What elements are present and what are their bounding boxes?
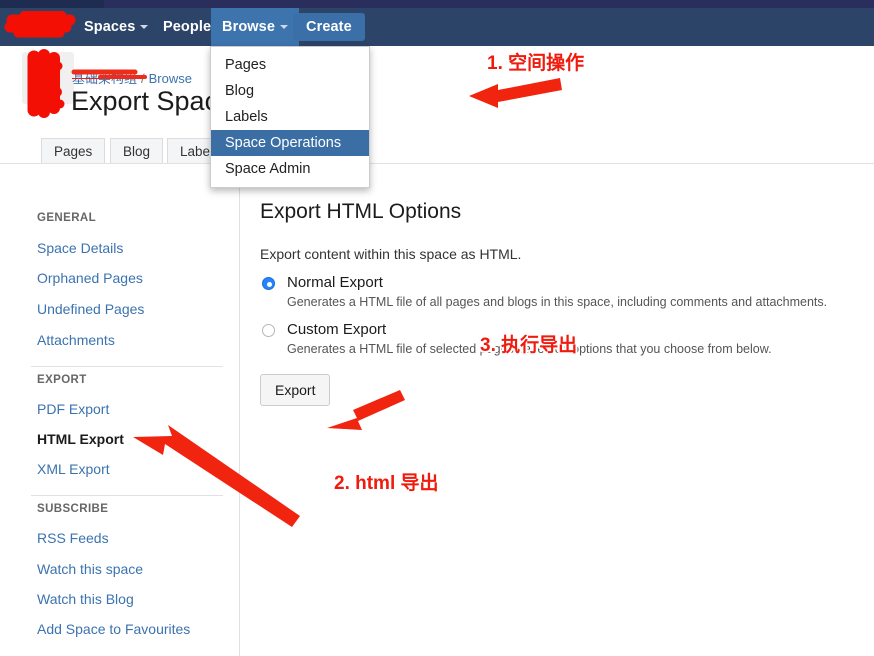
breadcrumb-space-link[interactable]: 基础架构组 — [72, 71, 137, 86]
dropdown-item-labels[interactable]: Labels — [211, 104, 369, 130]
sidebar-item-pdf-export[interactable]: PDF Export — [37, 401, 109, 417]
nav-item-browse-label: Browse — [222, 19, 275, 35]
option-normal-export-label: Normal Export — [287, 274, 383, 291]
export-button[interactable]: Export — [260, 374, 330, 406]
sidebar-item-add-space-to-favourites[interactable]: Add Space to Favourites — [37, 621, 190, 637]
annotation-1-space-operations: 1. 空间操作 — [487, 48, 584, 75]
sidebar-item-html-export[interactable]: HTML Export — [37, 431, 124, 447]
chevron-down-icon — [280, 25, 288, 29]
sidebar-heading-export: EXPORT — [37, 374, 87, 386]
tab-pages[interactable]: Pages — [41, 138, 105, 164]
nav-item-spaces[interactable]: Spaces — [73, 8, 159, 46]
sidebar-item-watch-this-blog[interactable]: Watch this Blog — [37, 591, 134, 607]
sidebar-heading-subscribe: SUBSCRIBE — [37, 503, 108, 515]
create-button-label: Create — [306, 19, 352, 35]
sidebar-item-xml-export[interactable]: XML Export — [37, 461, 110, 477]
arrow-to-space-operations — [469, 78, 562, 108]
sidebar-item-space-details[interactable]: Space Details — [37, 240, 123, 256]
browser-top-strip — [0, 0, 874, 8]
dropdown-item-pages[interactable]: Pages — [211, 52, 369, 78]
tab-blog[interactable]: Blog — [110, 138, 163, 164]
create-button[interactable]: Create — [293, 13, 365, 41]
tab-pages-label: Pages — [54, 144, 92, 159]
dropdown-item-blog[interactable]: Blog — [211, 78, 369, 104]
dropdown-item-space-admin[interactable]: Space Admin — [211, 156, 369, 182]
space-tab-bar: Pages Blog Labels Space Admin — [0, 138, 874, 164]
page-title: Export Space — [71, 86, 233, 117]
dropdown-item-space-operations[interactable]: Space Operations — [211, 130, 369, 156]
sidebar-divider-1 — [31, 366, 223, 367]
sidebar-divider-2 — [31, 495, 223, 496]
sidebar-item-watch-this-space[interactable]: Watch this space — [37, 561, 143, 577]
annotation-3-execute-export: 3. 执行导出 — [480, 330, 577, 357]
chevron-down-icon — [140, 25, 148, 29]
space-avatar — [22, 52, 74, 104]
sidebar-heading-general: GENERAL — [37, 212, 96, 224]
tab-blog-label: Blog — [123, 144, 150, 159]
confluence-export-space-page: Spaces People Browse Create 基础架构组 / Browse… — [0, 0, 874, 656]
breadcrumb-separator: / — [141, 71, 145, 86]
nav-item-browse[interactable]: Browse — [211, 8, 299, 46]
annotation-2-html-export: 2. html 导出 — [334, 468, 439, 495]
top-navigation-bar: Spaces People Browse Create — [0, 8, 874, 46]
sidebar-vertical-divider — [239, 180, 240, 656]
sidebar-item-attachments[interactable]: Attachments — [37, 332, 115, 348]
option-normal-export-description: Generates a HTML file of all pages and b… — [287, 295, 860, 309]
space-tools-sidebar: GENERAL Space Details Orphaned Pages Und… — [0, 180, 239, 656]
export-options-title: Export HTML Options — [260, 200, 860, 224]
sidebar-item-undefined-pages[interactable]: Undefined Pages — [37, 301, 144, 317]
option-custom-export-label: Custom Export — [287, 321, 386, 338]
radio-custom-export[interactable] — [262, 324, 275, 337]
sidebar-item-rss-feeds[interactable]: RSS Feeds — [37, 530, 109, 546]
export-options-panel: Export HTML Options Export content withi… — [260, 200, 860, 406]
breadcrumb-browse-link[interactable]: Browse — [149, 71, 192, 86]
nav-item-spaces-label: Spaces — [84, 19, 135, 35]
breadcrumb: 基础架构组 / Browse — [72, 68, 192, 87]
tab-bar-underline — [0, 163, 874, 164]
nav-item-people-label: People — [163, 19, 211, 35]
radio-normal-export[interactable] — [262, 277, 275, 290]
browse-dropdown-menu: Pages Blog Labels Space Operations Space… — [210, 46, 370, 188]
browser-top-strip-left — [0, 0, 104, 8]
site-logo[interactable] — [10, 9, 72, 43]
export-options-subtitle: Export content within this space as HTML… — [260, 246, 860, 262]
sidebar-item-orphaned-pages[interactable]: Orphaned Pages — [37, 270, 143, 286]
option-normal-export[interactable]: Normal Export Generates a HTML file of a… — [260, 274, 860, 309]
